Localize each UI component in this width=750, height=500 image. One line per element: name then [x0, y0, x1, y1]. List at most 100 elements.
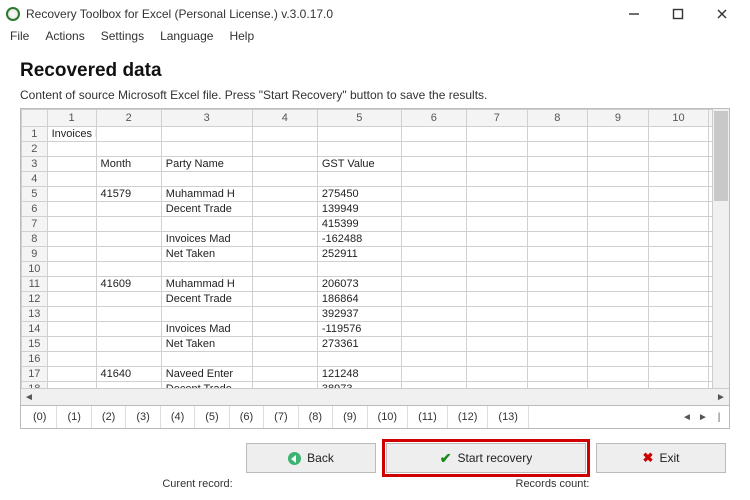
- cell[interactable]: [648, 142, 709, 157]
- cell[interactable]: [588, 292, 649, 307]
- cell[interactable]: [401, 142, 466, 157]
- cell[interactable]: [47, 292, 96, 307]
- cell[interactable]: [588, 202, 649, 217]
- column-header[interactable]: 10: [648, 110, 709, 127]
- sheet-tab[interactable]: (2): [92, 406, 126, 428]
- cell[interactable]: [252, 367, 317, 382]
- cell[interactable]: [648, 232, 709, 247]
- cell[interactable]: [588, 322, 649, 337]
- cell[interactable]: [466, 322, 527, 337]
- sheet-tab[interactable]: (8): [299, 406, 333, 428]
- cell[interactable]: Muhammad H: [161, 277, 252, 292]
- minimize-button[interactable]: [612, 0, 656, 28]
- cell[interactable]: [527, 127, 588, 142]
- cell[interactable]: 275450: [317, 187, 401, 202]
- cell[interactable]: [401, 367, 466, 382]
- cell[interactable]: [47, 337, 96, 352]
- cell[interactable]: [588, 127, 649, 142]
- cell[interactable]: [588, 172, 649, 187]
- sheet-tab[interactable]: (11): [408, 406, 448, 428]
- cell[interactable]: [47, 217, 96, 232]
- cell[interactable]: [588, 337, 649, 352]
- cell[interactable]: [47, 142, 96, 157]
- cell[interactable]: [466, 232, 527, 247]
- cell[interactable]: [96, 337, 161, 352]
- cell[interactable]: [466, 217, 527, 232]
- cell[interactable]: [648, 292, 709, 307]
- row-header[interactable]: 3: [22, 157, 48, 172]
- cell[interactable]: [648, 217, 709, 232]
- cell[interactable]: [401, 232, 466, 247]
- cell[interactable]: [47, 232, 96, 247]
- column-header[interactable]: 3: [161, 110, 252, 127]
- cell[interactable]: [466, 367, 527, 382]
- spreadsheet-grid[interactable]: 1234567891011 1Invoices Hisa23MonthParty…: [20, 108, 730, 406]
- cell[interactable]: [648, 172, 709, 187]
- cell[interactable]: [161, 307, 252, 322]
- cell[interactable]: [588, 187, 649, 202]
- cell[interactable]: [47, 322, 96, 337]
- cell[interactable]: [527, 217, 588, 232]
- cell[interactable]: [588, 367, 649, 382]
- menu-file[interactable]: File: [10, 29, 29, 43]
- sheet-tab[interactable]: (9): [333, 406, 367, 428]
- cell[interactable]: [588, 262, 649, 277]
- row-header[interactable]: 8: [22, 232, 48, 247]
- cell[interactable]: [527, 187, 588, 202]
- cell[interactable]: [466, 172, 527, 187]
- cell[interactable]: [527, 352, 588, 367]
- cell[interactable]: [317, 262, 401, 277]
- menu-actions[interactable]: Actions: [45, 29, 84, 43]
- cell[interactable]: [252, 292, 317, 307]
- cell[interactable]: [317, 352, 401, 367]
- sheet-tab[interactable]: (4): [161, 406, 195, 428]
- cell[interactable]: Muhammad H: [161, 187, 252, 202]
- cell[interactable]: [527, 277, 588, 292]
- cell[interactable]: Net Taken: [161, 247, 252, 262]
- corner-cell[interactable]: [22, 110, 48, 127]
- cell[interactable]: [648, 262, 709, 277]
- cell[interactable]: [648, 127, 709, 142]
- cell[interactable]: 186864: [317, 292, 401, 307]
- cell[interactable]: Net Taken: [161, 337, 252, 352]
- cell[interactable]: [466, 277, 527, 292]
- cell[interactable]: Naveed Enter: [161, 367, 252, 382]
- cell[interactable]: [648, 352, 709, 367]
- menu-settings[interactable]: Settings: [101, 29, 144, 43]
- cell[interactable]: [252, 142, 317, 157]
- cell[interactable]: 121248: [317, 367, 401, 382]
- cell[interactable]: [648, 307, 709, 322]
- cell[interactable]: -119576: [317, 322, 401, 337]
- cell[interactable]: Party Name: [161, 157, 252, 172]
- row-header[interactable]: 17: [22, 367, 48, 382]
- cell[interactable]: [96, 292, 161, 307]
- cell[interactable]: [527, 337, 588, 352]
- cell[interactable]: [96, 142, 161, 157]
- cell[interactable]: [252, 322, 317, 337]
- cell[interactable]: [588, 232, 649, 247]
- cell[interactable]: 41640: [96, 367, 161, 382]
- cell[interactable]: [96, 307, 161, 322]
- cell[interactable]: [466, 142, 527, 157]
- cell[interactable]: [252, 127, 317, 142]
- row-header[interactable]: 14: [22, 322, 48, 337]
- cell[interactable]: 415399: [317, 217, 401, 232]
- cell[interactable]: [47, 202, 96, 217]
- column-header[interactable]: 5: [317, 110, 401, 127]
- cell[interactable]: [527, 367, 588, 382]
- cell[interactable]: [527, 172, 588, 187]
- cell[interactable]: [47, 187, 96, 202]
- cell[interactable]: [648, 157, 709, 172]
- cell[interactable]: [527, 292, 588, 307]
- cell[interactable]: [317, 172, 401, 187]
- cell[interactable]: [401, 352, 466, 367]
- cell[interactable]: [466, 202, 527, 217]
- cell[interactable]: [466, 292, 527, 307]
- sheet-tab[interactable]: (6): [230, 406, 264, 428]
- cell[interactable]: 273361: [317, 337, 401, 352]
- cell[interactable]: [648, 187, 709, 202]
- cell[interactable]: [96, 127, 161, 142]
- close-button[interactable]: [700, 0, 744, 28]
- cell[interactable]: [648, 367, 709, 382]
- cell[interactable]: [252, 247, 317, 262]
